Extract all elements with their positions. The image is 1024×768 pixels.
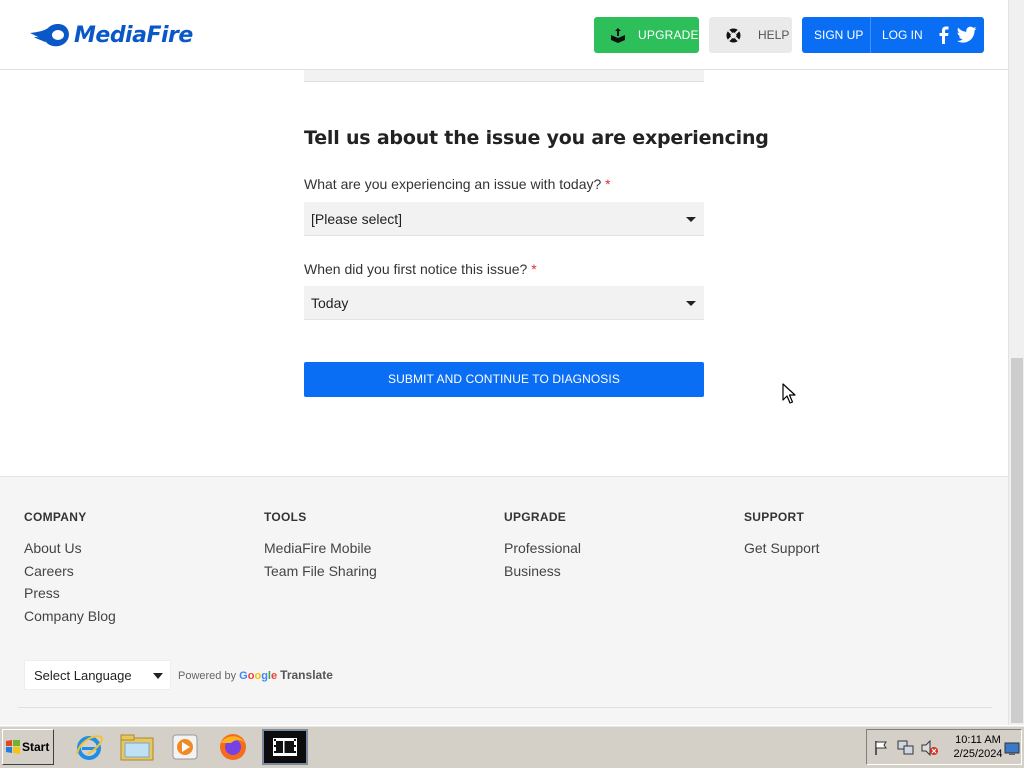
translate-link[interactable]: Translate [280, 668, 333, 682]
powered-by-text: Powered by [178, 670, 237, 682]
footer-link-professional[interactable]: Professional [504, 537, 581, 560]
facebook-icon[interactable] [936, 26, 950, 44]
lifebuoy-icon [726, 28, 741, 42]
footer-link-about-us[interactable]: About Us [24, 537, 116, 560]
footer-heading: TOOLS [264, 510, 307, 524]
first-noticed-value: Today [311, 295, 349, 311]
sign-up-link[interactable]: SIGN UP [814, 28, 863, 42]
file-explorer-icon[interactable] [114, 729, 160, 765]
footer-link-mediafire-mobile[interactable]: MediaFire Mobile [264, 537, 377, 560]
submit-diagnosis-button[interactable]: SUBMIT AND CONTINUE TO DIAGNOSIS [304, 362, 704, 397]
upgrade-box-icon [611, 28, 625, 43]
required-asterisk: * [605, 176, 611, 192]
footer-heading: UPGRADE [504, 510, 567, 524]
windows-logo-icon [6, 740, 20, 754]
firefox-icon[interactable] [210, 729, 256, 765]
upgrade-label: UPGRADE [638, 28, 699, 42]
dropdown-caret-icon [153, 673, 163, 679]
internet-explorer-icon[interactable] [66, 729, 112, 765]
media-player-icon[interactable] [162, 729, 208, 765]
clock-date: 2/25/2024 [953, 748, 1003, 760]
upgrade-button[interactable]: UPGRADE [594, 17, 699, 53]
twitter-icon[interactable] [957, 26, 977, 44]
dropdown-caret-icon [686, 301, 696, 306]
footer-column-upgrade: UPGRADE Professional Business [504, 510, 581, 582]
start-label: Start [22, 740, 50, 754]
scrollbar-thumb[interactable] [1011, 358, 1023, 723]
clock-time: 10:11 AM [955, 734, 1001, 746]
log-in-link[interactable]: LOG IN [882, 28, 923, 42]
notice-question-label: When did you first notice this issue? * [304, 261, 537, 277]
footer-link-press[interactable]: Press [24, 582, 116, 605]
logo-text: MediaFire [74, 22, 193, 48]
dropdown-caret-icon [686, 217, 696, 222]
mouse-cursor-icon [782, 383, 796, 404]
google-translate-credit: Powered by Google Translate [178, 668, 333, 682]
auth-divider [870, 17, 871, 53]
help-button[interactable]: HELP [709, 17, 792, 53]
issue-type-value: [Please select] [311, 211, 403, 227]
footer-divider [18, 707, 992, 708]
notice-question-text: When did you first notice this issue? [304, 261, 528, 277]
volume-muted-icon[interactable] [921, 740, 939, 756]
first-noticed-select[interactable]: Today [304, 286, 704, 320]
network-icon[interactable] [897, 740, 915, 756]
footer-link-team-file-sharing[interactable]: Team File Sharing [264, 560, 377, 583]
auth-button-group: SIGN UP LOG IN [802, 17, 984, 53]
issue-type-select[interactable]: [Please select] [304, 202, 704, 236]
footer-column-tools: TOOLS MediaFire Mobile Team File Sharing [264, 510, 377, 582]
footer-link-careers[interactable]: Careers [24, 560, 116, 583]
google-logo[interactable]: Google [239, 670, 277, 682]
video-app-icon[interactable] [262, 729, 308, 765]
language-select-value: Select Language [34, 668, 132, 683]
browser-viewport: MediaFire UPGRADE HELP SIGN UP LOG IN Te… [0, 0, 1008, 725]
windows-taskbar: Start 10:11 AM 2/25/2024 [0, 725, 1024, 768]
system-tray: 10:11 AM 2/25/2024 [866, 729, 1022, 765]
form-title: Tell us about the issue you are experien… [304, 127, 769, 149]
footer-heading: SUPPORT [744, 510, 805, 524]
required-asterisk: * [531, 261, 537, 277]
issue-question-label: What are you experiencing an issue with … [304, 176, 611, 192]
site-header: MediaFire UPGRADE HELP SIGN UP LOG IN [0, 0, 1008, 70]
vertical-scrollbar[interactable] [1008, 0, 1024, 725]
footer-heading: COMPANY [24, 510, 87, 524]
footer-link-business[interactable]: Business [504, 560, 581, 583]
site-footer: COMPANY About Us Careers Press Company B… [0, 476, 1008, 725]
mediafire-logo[interactable]: MediaFire [28, 20, 193, 50]
show-desktop-icon[interactable] [1004, 742, 1020, 756]
action-center-flag-icon[interactable] [873, 740, 889, 756]
issue-question-text: What are you experiencing an issue with … [304, 176, 602, 192]
help-label: HELP [758, 28, 790, 42]
mediafire-flame-icon [30, 24, 69, 47]
footer-column-support: SUPPORT Get Support [744, 510, 820, 560]
start-button[interactable]: Start [2, 729, 54, 765]
system-clock[interactable]: 10:11 AM 2/25/2024 [947, 733, 1009, 761]
footer-link-get-support[interactable]: Get Support [744, 537, 820, 560]
language-select[interactable]: Select Language [24, 660, 171, 690]
footer-column-company: COMPANY About Us Careers Press Company B… [24, 510, 116, 627]
footer-link-company-blog[interactable]: Company Blog [24, 605, 116, 628]
